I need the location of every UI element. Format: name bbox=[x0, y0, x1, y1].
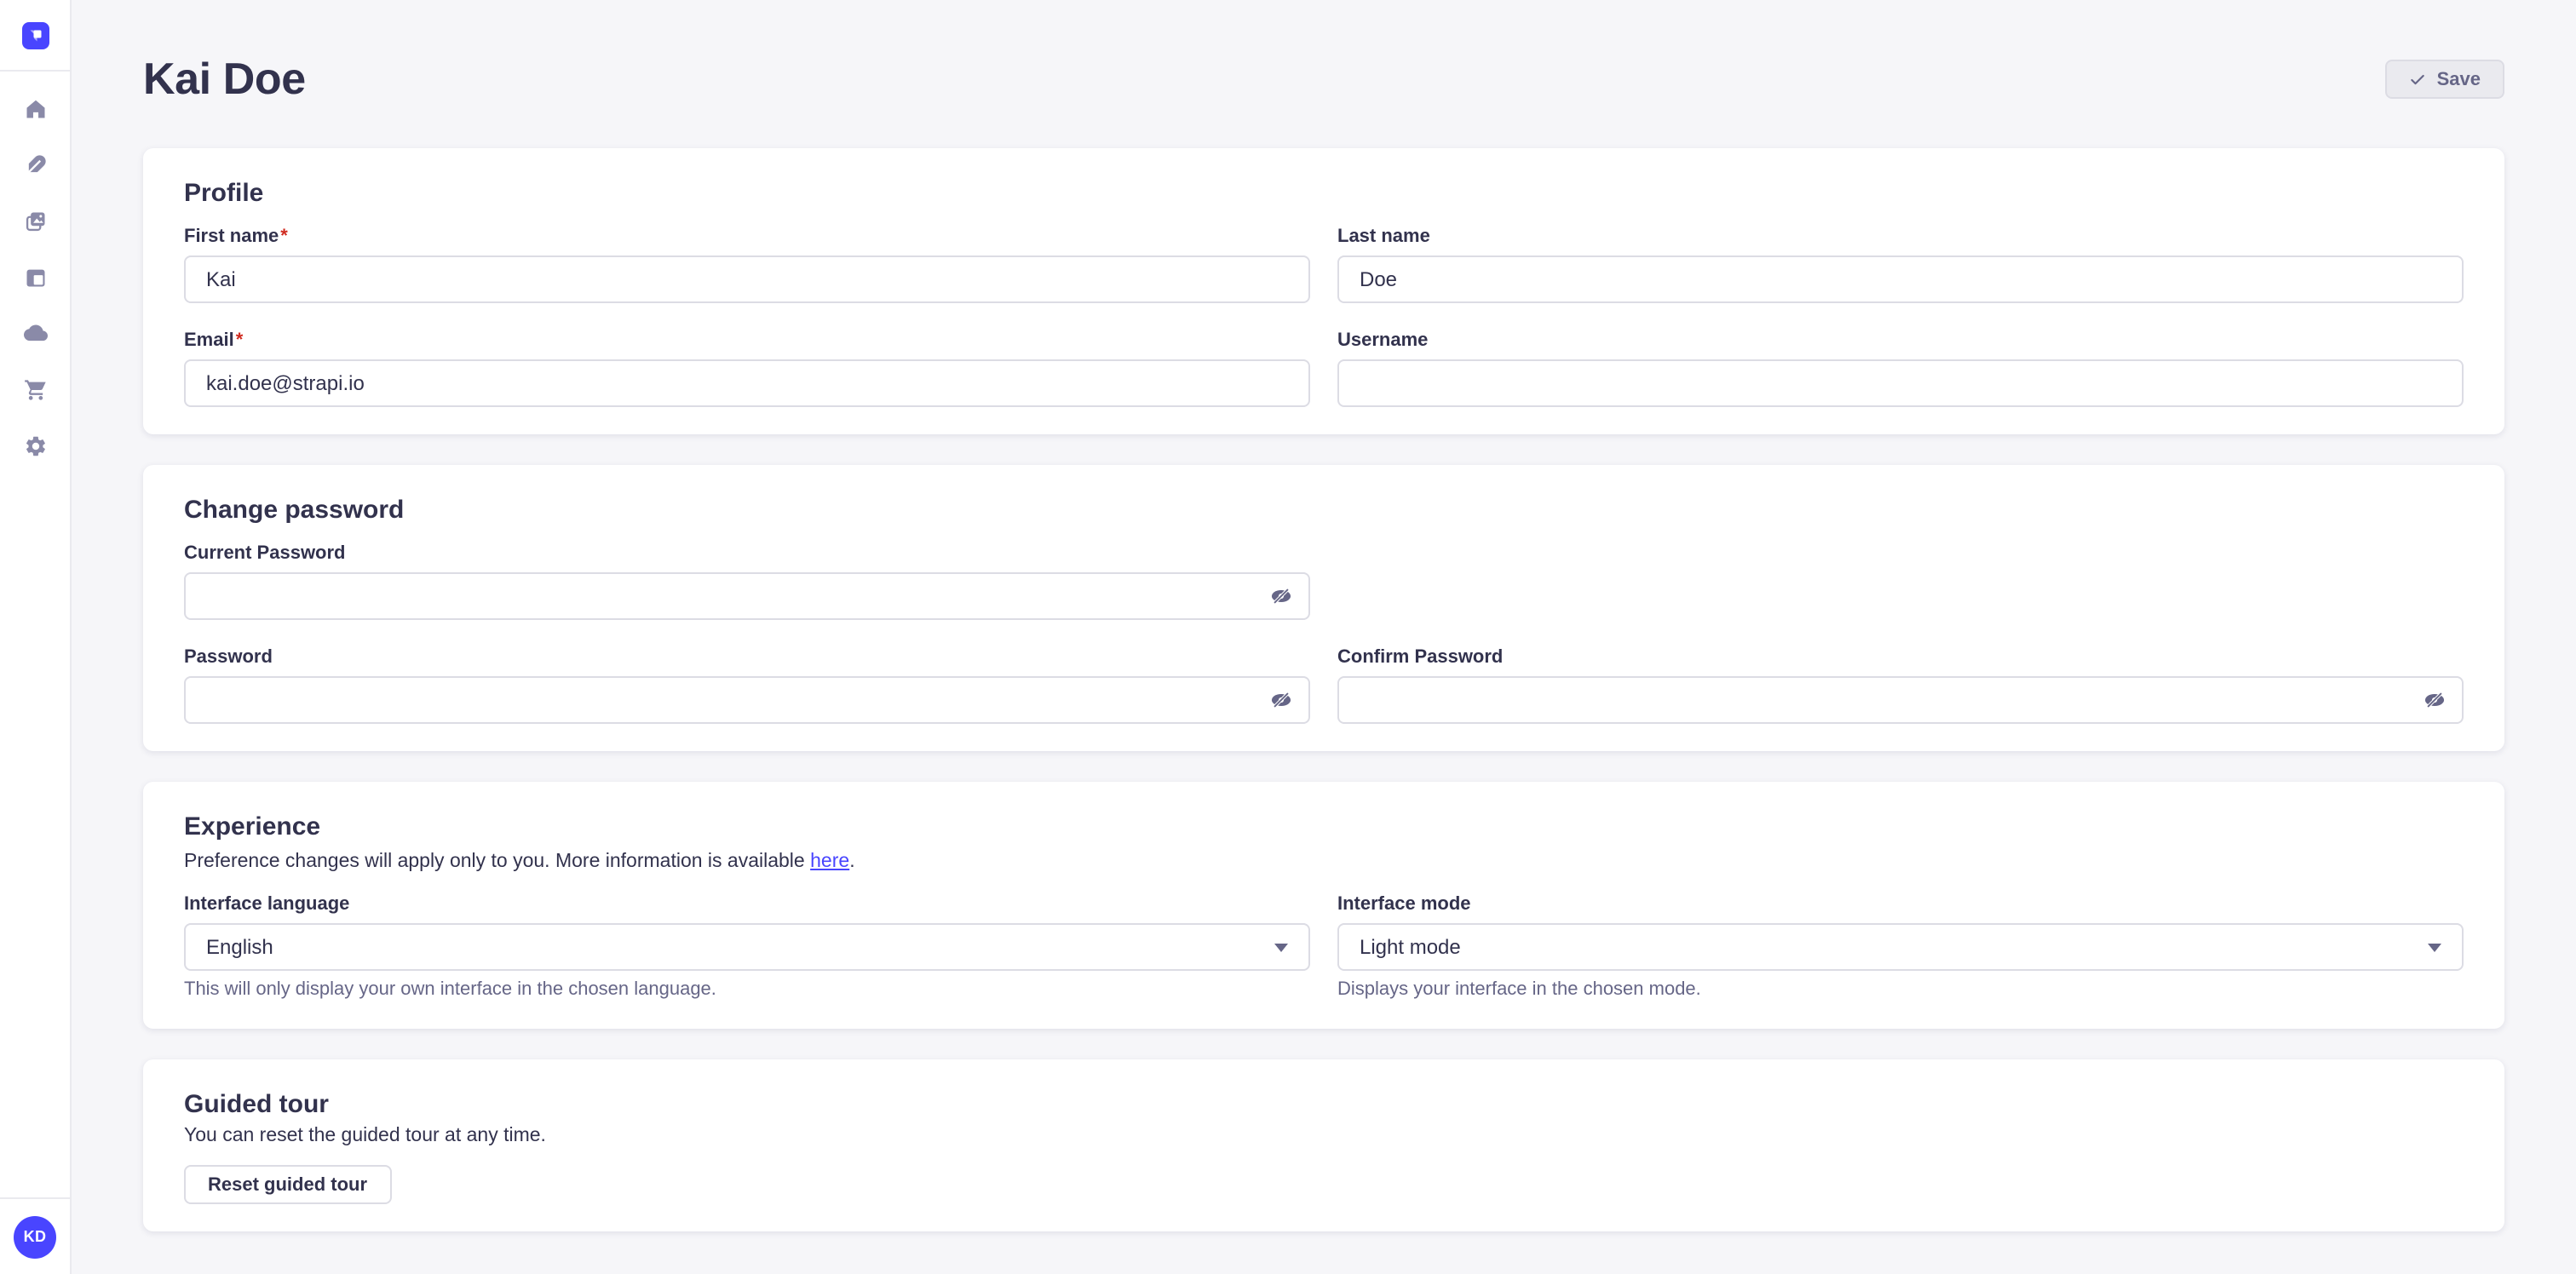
feather-icon bbox=[23, 153, 47, 177]
sidebar-item-home[interactable] bbox=[23, 97, 47, 121]
current-password-label: Current Password bbox=[184, 543, 1310, 565]
here-link[interactable]: here bbox=[810, 852, 849, 872]
interface-mode-value: Light mode bbox=[1360, 935, 1461, 959]
media-library-icon bbox=[23, 209, 47, 233]
eye-slash-icon bbox=[1269, 584, 1293, 608]
reset-guided-tour-button[interactable]: Reset guided tour bbox=[184, 1165, 391, 1204]
current-password-input-wrap bbox=[184, 572, 1310, 620]
toggle-current-password-visibility-button[interactable] bbox=[1269, 584, 1293, 608]
avatar-initials: KD bbox=[24, 1228, 47, 1245]
guided-tour-card: Guided tour You can reset the guided tou… bbox=[143, 1059, 2504, 1231]
required-asterisk: * bbox=[280, 227, 288, 247]
sidebar-footer: KD bbox=[0, 1197, 70, 1274]
home-logo-link[interactable] bbox=[0, 0, 70, 72]
sidebar-item-content-type-builder[interactable] bbox=[23, 266, 47, 290]
strapi-logo-icon bbox=[21, 21, 49, 49]
field-interface-mode: Interface mode Light mode Displays your … bbox=[1337, 894, 2464, 1001]
main-content: Kai Doe Save Profile First name* Last na… bbox=[72, 0, 2576, 1231]
interface-language-label: Interface language bbox=[184, 894, 1310, 916]
sidebar-nav bbox=[0, 72, 70, 458]
strapi-admin-app: KD Kai Doe Save Profile First name* Last… bbox=[0, 0, 2576, 1274]
toggle-password-visibility-button[interactable] bbox=[1269, 688, 1293, 712]
guided-tour-description: You can reset the guided tour at any tim… bbox=[184, 1124, 2464, 1148]
email-label: Email* bbox=[184, 330, 1310, 353]
layout-icon bbox=[23, 266, 47, 290]
password-input[interactable] bbox=[184, 676, 1310, 724]
page-title: Kai Doe bbox=[143, 53, 306, 106]
interface-mode-select[interactable]: Light mode bbox=[1337, 923, 2464, 971]
first-name-label: First name* bbox=[184, 227, 1310, 249]
field-current-password: Current Password bbox=[184, 543, 1310, 620]
cloud-icon bbox=[23, 322, 47, 346]
sidebar: KD bbox=[0, 0, 72, 1274]
experience-form-grid: Interface language English This will onl… bbox=[184, 894, 2464, 1001]
interface-language-select[interactable]: English bbox=[184, 923, 1310, 971]
username-label: Username bbox=[1337, 330, 2464, 353]
password-form-grid: Current Password bbox=[184, 543, 2464, 724]
sidebar-item-settings[interactable] bbox=[23, 434, 47, 458]
profile-form-grid: First name* Last name Email* Username bbox=[184, 227, 2464, 407]
field-new-password: Password bbox=[184, 647, 1310, 724]
last-name-label: Last name bbox=[1337, 227, 2464, 249]
page-header: Kai Doe Save bbox=[143, 53, 2504, 106]
confirm-password-input[interactable] bbox=[1337, 676, 2464, 724]
change-password-card: Change password Current Password bbox=[143, 465, 2504, 751]
password-label: Password bbox=[184, 647, 1310, 669]
sidebar-item-media-library[interactable] bbox=[23, 209, 47, 233]
field-username: Username bbox=[1337, 330, 2464, 407]
field-interface-language: Interface language English This will onl… bbox=[184, 894, 1310, 1001]
email-input[interactable] bbox=[184, 359, 1310, 407]
avatar[interactable]: KD bbox=[14, 1215, 56, 1258]
field-confirm-password: Confirm Password bbox=[1337, 647, 2464, 724]
sidebar-item-content-manager[interactable] bbox=[23, 153, 47, 177]
username-input[interactable] bbox=[1337, 359, 2464, 407]
save-button[interactable]: Save bbox=[2386, 60, 2504, 99]
last-name-input[interactable] bbox=[1337, 255, 2464, 303]
sidebar-item-marketplace[interactable] bbox=[23, 378, 47, 402]
check-icon bbox=[2410, 71, 2427, 88]
password-input-wrap bbox=[184, 676, 1310, 724]
eye-slash-icon bbox=[1269, 688, 1293, 712]
interface-language-hint: This will only display your own interfac… bbox=[184, 979, 1310, 1001]
profile-card: Profile First name* Last name Email* Use… bbox=[143, 148, 2504, 434]
eye-slash-icon bbox=[2423, 688, 2447, 712]
guided-tour-section-title: Guided tour bbox=[184, 1090, 2464, 1121]
home-icon bbox=[23, 97, 47, 121]
interface-mode-label: Interface mode bbox=[1337, 894, 2464, 916]
toggle-confirm-password-visibility-button[interactable] bbox=[2423, 688, 2447, 712]
chevron-down-icon bbox=[1274, 943, 1288, 951]
save-button-label: Save bbox=[2437, 69, 2481, 89]
confirm-password-input-wrap bbox=[1337, 676, 2464, 724]
confirm-password-label: Confirm Password bbox=[1337, 647, 2464, 669]
field-last-name: Last name bbox=[1337, 227, 2464, 303]
cart-icon bbox=[23, 378, 47, 402]
sidebar-item-deploy[interactable] bbox=[23, 322, 47, 346]
password-section-title: Change password bbox=[184, 496, 2464, 526]
field-email: Email* bbox=[184, 330, 1310, 407]
experience-section-title: Experience bbox=[184, 812, 2464, 843]
gear-icon bbox=[23, 434, 47, 458]
field-first-name: First name* bbox=[184, 227, 1310, 303]
profile-section-title: Profile bbox=[184, 179, 2464, 209]
current-password-input[interactable] bbox=[184, 572, 1310, 620]
chevron-down-icon bbox=[2428, 943, 2441, 951]
first-name-input[interactable] bbox=[184, 255, 1310, 303]
interface-mode-hint: Displays your interface in the chosen mo… bbox=[1337, 979, 2464, 1001]
experience-card: Experience Preference changes will apply… bbox=[143, 782, 2504, 1029]
required-asterisk: * bbox=[236, 330, 244, 351]
interface-language-value: English bbox=[206, 935, 273, 959]
experience-description: Preference changes will apply only to yo… bbox=[184, 850, 2464, 874]
